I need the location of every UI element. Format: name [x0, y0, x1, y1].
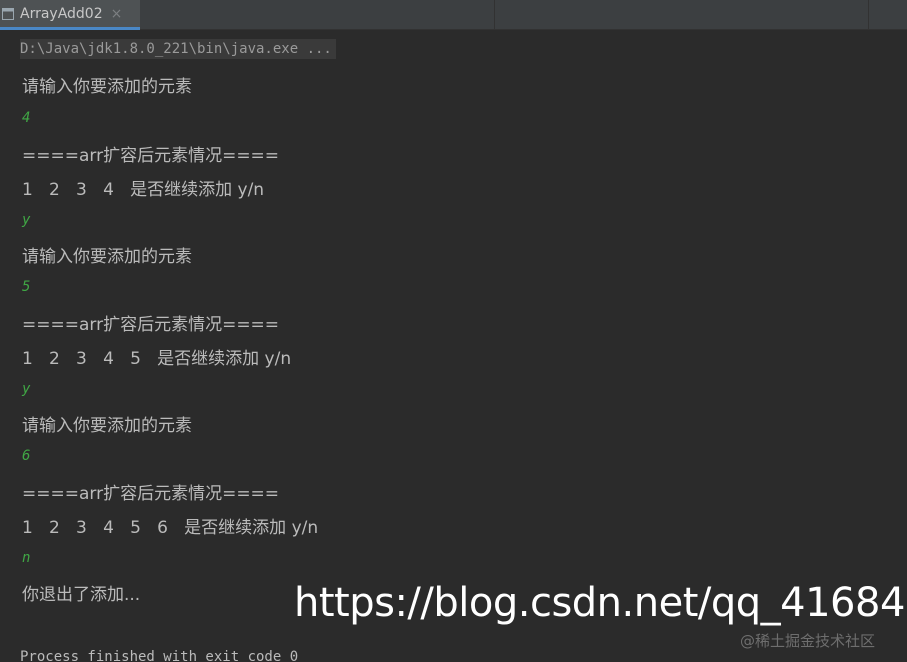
console-line: 1 2 3 4 5 是否继续添加 y/n — [22, 349, 292, 369]
close-icon[interactable]: × — [111, 6, 123, 22]
tab-divider — [868, 0, 869, 30]
console-input-line: y — [22, 212, 31, 228]
tab-divider — [494, 0, 495, 30]
tab-label: ArrayAdd02 — [20, 5, 103, 22]
console-input-line: 4 — [22, 110, 31, 126]
console-input-line: n — [22, 550, 31, 566]
console-output[interactable]: D:\Java\jdk1.8.0_221\bin\java.exe ... 请输… — [0, 30, 907, 662]
tab-bar: ArrayAdd02 × — [0, 0, 907, 30]
console-line: ====arr扩容后元素情况==== — [22, 146, 280, 166]
console-line: 1 2 3 4 5 6 是否继续添加 y/n — [22, 518, 319, 538]
console-input-line: y — [22, 381, 31, 397]
console-line: ====arr扩容后元素情况==== — [22, 315, 280, 335]
console-input-line: 5 — [22, 279, 31, 295]
console-line: 你退出了添加... — [22, 585, 141, 605]
watermark-url: https://blog.csdn.net/qq_41684621 — [294, 580, 907, 626]
process-finished-line: Process finished with exit code 0 — [20, 649, 299, 662]
watermark-sub: @稀土掘金技术社区 — [740, 632, 876, 650]
console-input-line: 6 — [22, 448, 31, 464]
tab-arrayadd02[interactable]: ArrayAdd02 × — [0, 0, 140, 30]
java-command-line[interactable]: D:\Java\jdk1.8.0_221\bin\java.exe ... — [20, 39, 336, 59]
console-line: ====arr扩容后元素情况==== — [22, 484, 280, 504]
console-line: 请输入你要添加的元素 — [22, 416, 192, 436]
run-console-window: ArrayAdd02 × D:\Java\jdk1.8.0_221\bin\ja… — [0, 0, 907, 662]
console-line: 1 2 3 4 是否继续添加 y/n — [22, 180, 265, 200]
console-line: 请输入你要添加的元素 — [22, 247, 192, 267]
console-line: 请输入你要添加的元素 — [22, 77, 192, 97]
console-window-icon — [2, 7, 14, 20]
